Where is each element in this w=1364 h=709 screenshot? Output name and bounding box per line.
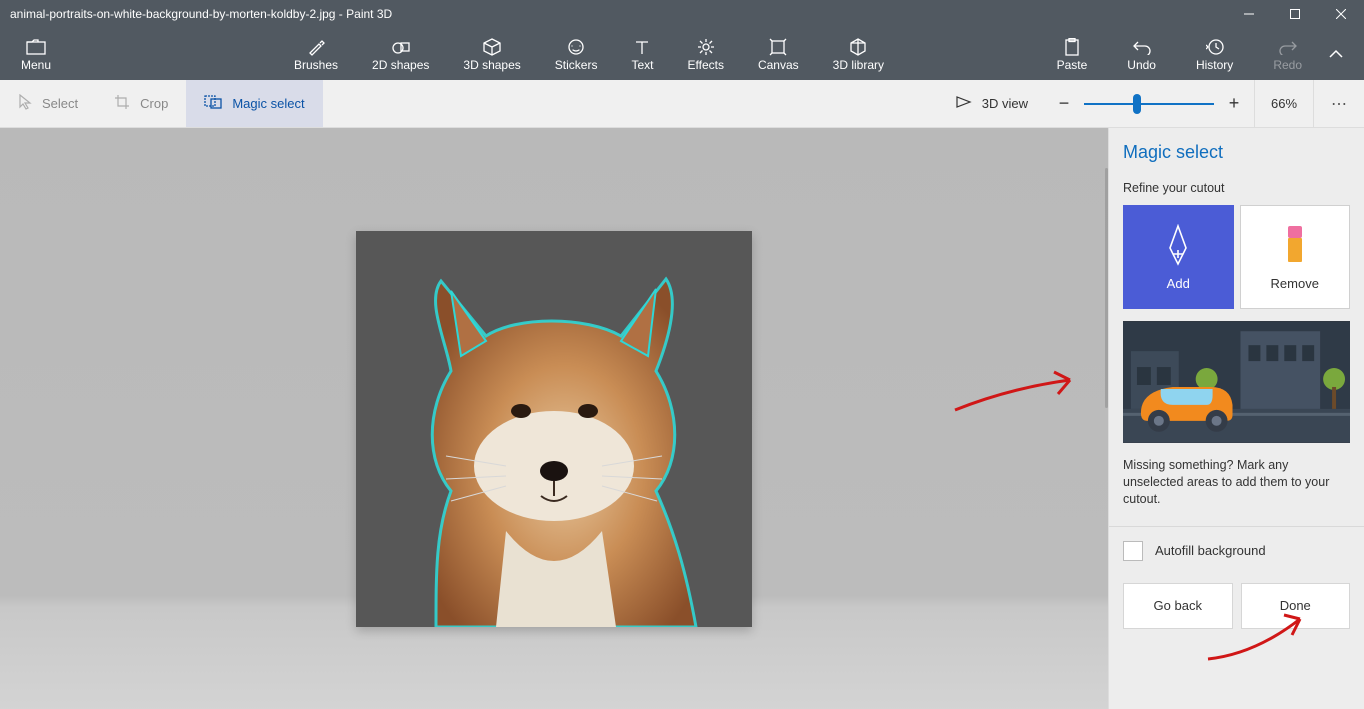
3d-view-toggle[interactable]: 3D view <box>940 80 1044 127</box>
shapes-3d-icon <box>483 36 501 58</box>
effects-icon <box>697 36 715 58</box>
example-thumbnail <box>1123 321 1350 443</box>
zoom-out-button[interactable]: − <box>1044 80 1084 128</box>
autofill-row[interactable]: Autofill background <box>1123 541 1350 561</box>
button-label: Add <box>1167 276 1190 291</box>
checkbox-label: Autofill background <box>1155 543 1266 558</box>
sub-toolbar: Select Crop Magic select 3D view − + 66%… <box>0 80 1364 128</box>
add-button[interactable]: Add <box>1123 205 1234 309</box>
expand-panel-button[interactable] <box>1316 27 1356 80</box>
text-icon <box>633 36 651 58</box>
zoom-slider-thumb[interactable] <box>1133 94 1141 114</box>
brush-icon <box>307 36 325 58</box>
menu-label: Menu <box>21 58 51 72</box>
paste-icon <box>1064 36 1080 58</box>
workspace: Magic select Refine your cutout Add Remo… <box>0 128 1364 709</box>
brushes-button[interactable]: Brushes <box>284 27 348 80</box>
ribbon-label: Brushes <box>294 58 338 72</box>
ribbon-label: 3D library <box>833 58 884 72</box>
panel-title: Magic select <box>1123 142 1350 163</box>
minimize-button[interactable] <box>1226 0 1272 27</box>
more-options-button[interactable]: ⋯ <box>1314 94 1364 114</box>
panel-subtitle: Refine your cutout <box>1123 181 1350 195</box>
autofill-checkbox[interactable] <box>1123 541 1143 561</box>
view3d-icon <box>956 95 972 112</box>
window-title: animal-portraits-on-white-background-by-… <box>10 7 1226 21</box>
divider <box>1109 526 1364 527</box>
3d-shapes-button[interactable]: 3D shapes <box>453 27 530 80</box>
stickers-button[interactable]: Stickers <box>545 27 608 80</box>
close-button[interactable] <box>1318 0 1364 27</box>
ribbon-label: Canvas <box>758 58 799 72</box>
title-bar: animal-portraits-on-white-background-by-… <box>0 0 1364 27</box>
zoom-controls: − + 66% ⋯ <box>1044 80 1364 127</box>
zoom-in-button[interactable]: + <box>1214 80 1254 128</box>
undo-icon <box>1133 36 1151 58</box>
library-icon <box>849 36 867 58</box>
history-icon <box>1206 36 1224 58</box>
canvas-button[interactable]: Canvas <box>748 27 809 80</box>
magic-select-panel: Magic select Refine your cutout Add Remo… <box>1108 128 1364 709</box>
effects-button[interactable]: Effects <box>677 27 733 80</box>
zoom-slider[interactable] <box>1084 80 1214 128</box>
pencil-add-icon <box>1163 224 1193 266</box>
select-tool[interactable]: Select <box>0 80 96 127</box>
tool-label: Select <box>42 96 78 111</box>
undo-button[interactable]: Undo <box>1117 27 1166 80</box>
go-back-button[interactable]: Go back <box>1123 583 1233 629</box>
history-button[interactable]: History <box>1186 27 1243 80</box>
magic-select-tool[interactable]: Magic select <box>186 80 322 127</box>
ribbon-label: Redo <box>1273 58 1302 72</box>
button-label: Remove <box>1271 276 1319 291</box>
ribbon-label: 3D shapes <box>463 58 520 72</box>
button-label: Go back <box>1154 598 1202 613</box>
button-label: Done <box>1280 598 1311 613</box>
crop-tool[interactable]: Crop <box>96 80 186 127</box>
redo-button: Redo <box>1263 27 1312 80</box>
text-button[interactable]: Text <box>621 27 663 80</box>
ribbon-label: Undo <box>1127 58 1156 72</box>
canvas-icon <box>769 36 787 58</box>
paste-button[interactable]: Paste <box>1047 27 1098 80</box>
fox-selection-outline <box>356 231 752 627</box>
vertical-scrollbar[interactable] <box>1105 168 1108 408</box>
ribbon-label: Stickers <box>555 58 598 72</box>
maximize-button[interactable] <box>1272 0 1318 27</box>
canvas-image[interactable] <box>356 231 752 627</box>
done-button[interactable]: Done <box>1241 583 1351 629</box>
ribbon-label: Text <box>631 58 653 72</box>
shapes-2d-icon <box>392 36 410 58</box>
ribbon-label: Paste <box>1057 58 1088 72</box>
cursor-icon <box>18 94 32 114</box>
menu-button[interactable]: Menu <box>8 27 64 80</box>
magic-select-icon <box>204 95 222 113</box>
eraser-icon <box>1284 224 1306 266</box>
ribbon: Menu Brushes 2D shapes 3D shapes Sticker… <box>0 27 1364 80</box>
redo-icon <box>1279 36 1297 58</box>
canvas-area[interactable] <box>0 128 1108 709</box>
tool-label: Magic select <box>232 96 304 111</box>
ribbon-label: 2D shapes <box>372 58 429 72</box>
ribbon-label: History <box>1196 58 1233 72</box>
tool-label: Crop <box>140 96 168 111</box>
crop-icon <box>114 94 130 114</box>
folder-icon <box>26 36 46 58</box>
sticker-icon <box>567 36 585 58</box>
zoom-percent[interactable]: 66% <box>1254 80 1314 128</box>
tool-label: 3D view <box>982 96 1028 111</box>
annotation-arrow <box>950 368 1090 418</box>
remove-button[interactable]: Remove <box>1240 205 1351 309</box>
ribbon-label: Effects <box>687 58 723 72</box>
panel-description: Missing something? Mark any unselected a… <box>1123 457 1350 508</box>
2d-shapes-button[interactable]: 2D shapes <box>362 27 439 80</box>
3d-library-button[interactable]: 3D library <box>823 27 894 80</box>
